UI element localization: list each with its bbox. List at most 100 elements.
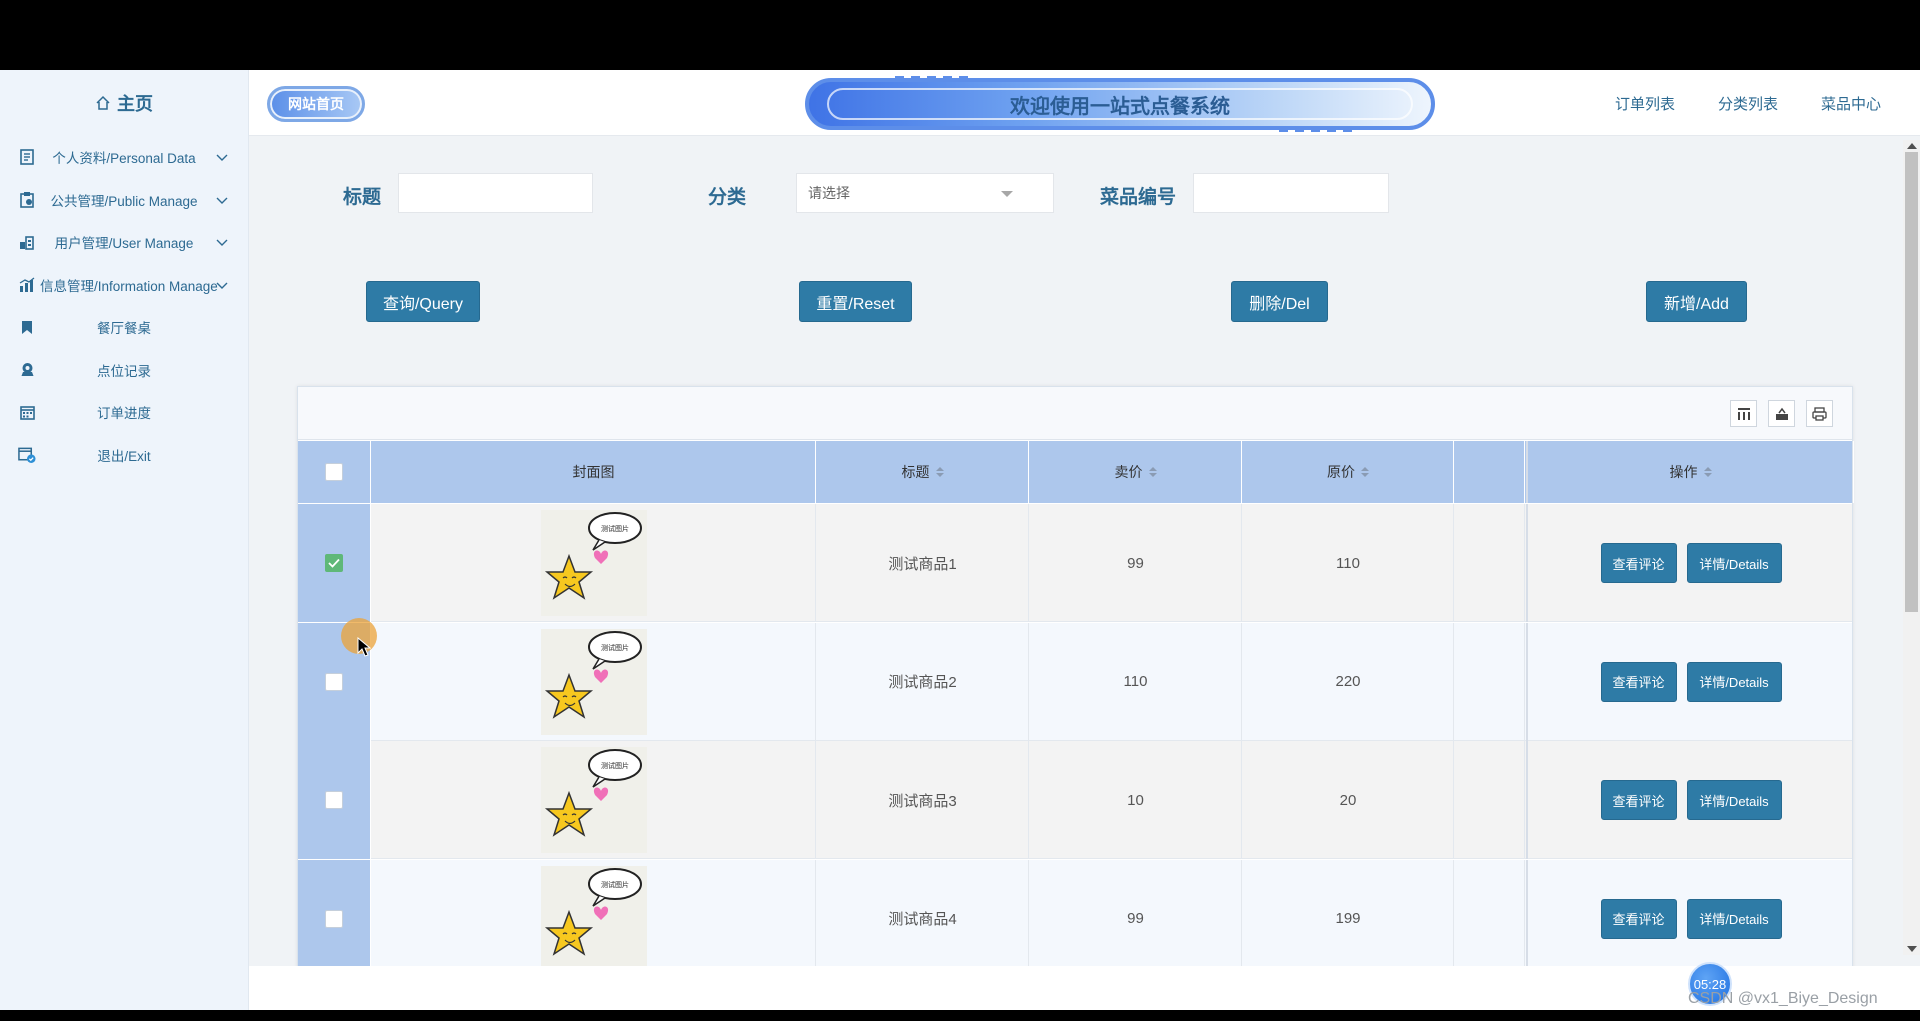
view-reviews-button[interactable]: 查看评论 — [1600, 543, 1677, 583]
export-icon — [1775, 407, 1788, 420]
row-checkbox[interactable] — [325, 554, 343, 572]
view-reviews-button[interactable]: 查看评论 — [1600, 661, 1677, 702]
cover-image[interactable]: 测试图片 — [540, 865, 647, 972]
sidebar-home[interactable]: 主页 — [0, 70, 248, 136]
original-price-cell: 20 — [1243, 741, 1454, 859]
sidebar-item-location-records[interactable]: 点位记录 — [0, 349, 248, 392]
header-original-label: 原价 — [1327, 464, 1355, 480]
bookmark-icon — [18, 318, 36, 336]
details-button[interactable]: 详情/Details — [1686, 543, 1782, 583]
row-original-price: 20 — [1339, 791, 1357, 809]
operations-cell: 查看评论 详情/Details — [1526, 741, 1854, 859]
row-checkbox[interactable] — [325, 791, 343, 809]
row-price: 99 — [1127, 554, 1144, 572]
sidebar-item-restaurant-tables[interactable]: 餐厅餐桌 — [0, 306, 248, 349]
table-row[interactable]: 测试图片测试商品4 99 199 查看评论 详情/Details — [298, 859, 1852, 978]
bar-chart-icon — [18, 276, 36, 294]
star-cartoon-icon: 测试图片 — [544, 749, 642, 837]
sidebar-item-public-manage[interactable]: 公共管理/Public Manage — [0, 179, 248, 222]
row-title: 测试商品2 — [888, 674, 957, 691]
original-price-cell: 110 — [1243, 504, 1454, 622]
scroll-up-arrow-icon[interactable] — [1907, 143, 1917, 149]
dish-number-input[interactable] — [1193, 173, 1389, 213]
star-cartoon-icon: 测试图片 — [544, 630, 642, 719]
category-select-placeholder: 请选择 — [808, 185, 850, 201]
details-button[interactable]: 详情/Details — [1686, 898, 1782, 939]
export-button[interactable] — [1768, 400, 1795, 427]
row-checkbox[interactable] — [325, 909, 343, 928]
row-price: 10 — [1127, 791, 1144, 809]
sort-icon[interactable] — [1361, 467, 1369, 477]
printer-icon — [1812, 406, 1827, 421]
row-title: 测试商品4 — [888, 911, 957, 928]
table-row[interactable]: 测试图片 测试商品3 10 20 查看评论 详情/Details — [298, 741, 1852, 859]
sort-icon[interactable] — [935, 467, 944, 477]
print-button[interactable] — [1806, 400, 1833, 427]
row-original-price: 220 — [1335, 673, 1361, 690]
welcome-banner: 欢迎使用一站式点餐系统 — [805, 76, 1435, 132]
site-home-link[interactable]: 网站首页 — [267, 86, 365, 122]
dish-number-label: 菜品编号 — [1100, 187, 1177, 208]
nav-category-list[interactable]: 分类列表 — [1718, 70, 1778, 136]
category-select[interactable]: 请选择 — [796, 173, 1054, 213]
reset-button[interactable]: 重置/Reset — [799, 281, 912, 322]
page-scrollbar[interactable] — [1903, 140, 1920, 955]
app-window: 主页 个人资料/Personal Data 公共管理/Public Manage… — [0, 70, 1920, 1010]
spacer-cell — [1455, 741, 1525, 859]
header-operations: 操作 — [1526, 441, 1854, 503]
spacer-cell — [1455, 504, 1525, 622]
row-price: 99 — [1127, 910, 1144, 927]
chevron-down-icon — [216, 197, 228, 204]
sort-icon[interactable] — [1148, 467, 1157, 477]
view-reviews-button[interactable]: 查看评论 — [1600, 780, 1677, 820]
sidebar-item-label: 信息管理/Information Manage — [40, 278, 218, 294]
row-price: 110 — [1123, 673, 1148, 690]
cover-cell: 测试图片 — [372, 741, 816, 859]
details-button[interactable]: 详情/Details — [1686, 661, 1782, 702]
view-reviews-button[interactable]: 查看评论 — [1600, 898, 1677, 939]
sidebar-item-label: 订单进度 — [97, 406, 151, 422]
chevron-down-icon — [216, 154, 228, 162]
title-label: 标题 — [343, 187, 382, 208]
sidebar-item-label: 公共管理/Public Manage — [50, 193, 198, 209]
table-toolbar — [298, 387, 1852, 440]
cover-image[interactable]: 测试图片 — [540, 510, 647, 616]
cover-cell: 测试图片 — [372, 859, 816, 978]
table-row[interactable]: 测试图片 测试商品1 99 110 查看评论 详情/Details — [298, 504, 1852, 622]
title-input[interactable] — [398, 173, 593, 213]
add-button[interactable]: 新增/Add — [1646, 281, 1747, 322]
details-button[interactable]: 详情/Details — [1686, 780, 1782, 820]
table-header-row: 封面图 标题 卖价 原价 操作 — [298, 441, 1854, 503]
sidebar-item-information-manage[interactable]: 信息管理/Information Manage — [0, 264, 248, 307]
bubble-text: 测试图片 — [601, 880, 629, 889]
header-title[interactable]: 标题 — [817, 441, 1029, 503]
original-price-cell: 199 — [1243, 859, 1454, 978]
sidebar-item-exit[interactable]: 退出/Exit — [0, 434, 248, 477]
check-icon — [328, 558, 340, 568]
columns-toggle-button[interactable] — [1730, 400, 1757, 427]
nav-dish-center[interactable]: 菜品中心 — [1821, 70, 1881, 136]
page-footer-area — [249, 966, 1920, 1010]
header-original-price[interactable]: 原价 — [1243, 441, 1454, 503]
sort-icon[interactable] — [1703, 467, 1712, 477]
watermark: CSDN @vx1_Biye_Design — [1688, 990, 1878, 1007]
row-checkbox[interactable] — [325, 672, 343, 691]
sidebar-item-order-progress[interactable]: 订单进度 — [0, 391, 248, 434]
table-row[interactable]: 测试图片 测试商品2 110 220 查看评论 详情/Details — [298, 622, 1852, 741]
cover-image[interactable]: 测试图片 — [540, 628, 647, 735]
cover-image[interactable]: 测试图片 — [540, 747, 647, 853]
query-button[interactable]: 查询/Query — [366, 281, 480, 322]
data-table-panel: 封面图 标题 卖价 原价 操作 测试图片 测试商品1 99 110 查看评论 详情/Det… — [297, 386, 1854, 1010]
select-all-checkbox[interactable] — [325, 463, 343, 481]
nav-order-list[interactable]: 订单列表 — [1615, 70, 1675, 136]
scroll-down-arrow-icon[interactable] — [1907, 946, 1917, 952]
header-price[interactable]: 卖价 — [1030, 441, 1242, 503]
sidebar-item-personal-data[interactable]: 个人资料/Personal Data — [0, 136, 248, 179]
header-cover: 封面图 — [372, 441, 816, 503]
delete-button[interactable]: 删除/Del — [1231, 281, 1328, 322]
original-price-cell: 220 — [1243, 622, 1454, 741]
row-actions: 查看评论 详情/Details — [1600, 661, 1782, 702]
cover-cell: 测试图片 — [372, 504, 816, 622]
scrollbar-thumb[interactable] — [1905, 152, 1918, 612]
sidebar-item-user-manage[interactable]: 用户管理/User Manage — [0, 221, 248, 264]
